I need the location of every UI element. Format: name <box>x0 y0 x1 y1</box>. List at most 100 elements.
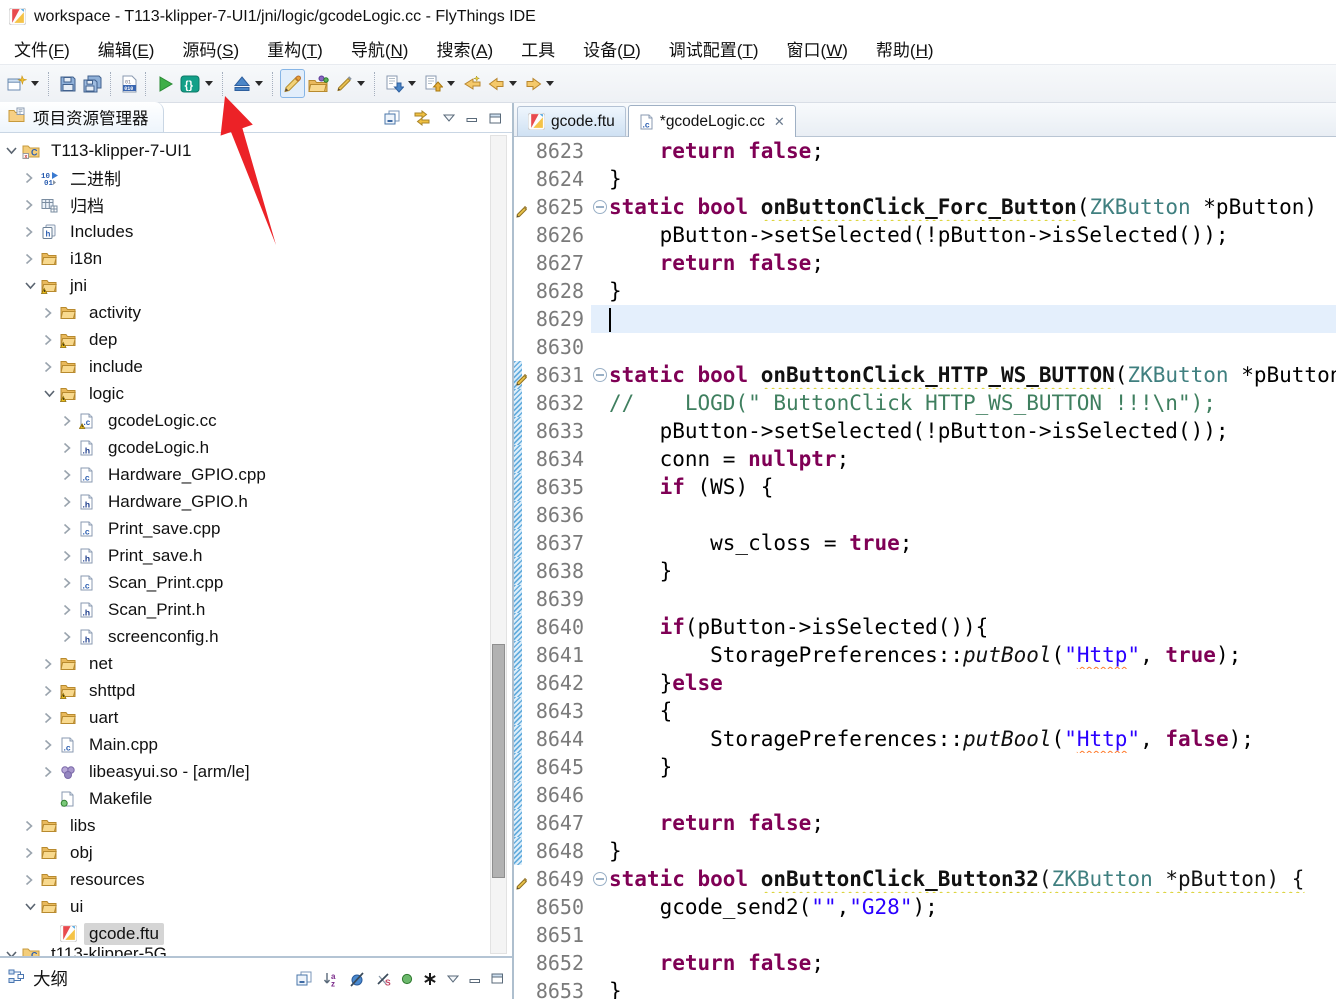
tree-item-gcode.ftu[interactable]: gcode.ftu <box>0 920 512 947</box>
expander-closed-icon[interactable] <box>44 766 55 777</box>
menu-item-帮助(H)[interactable]: 帮助(H) <box>862 33 948 64</box>
expander-closed-icon[interactable] <box>63 442 74 453</box>
minimize-icon[interactable] <box>466 113 478 123</box>
tree-item-obj[interactable]: obj <box>0 839 512 866</box>
expander-closed-icon[interactable] <box>44 739 55 750</box>
maximize-icon[interactable] <box>491 973 504 984</box>
tree-item-i18n[interactable]: i18n <box>0 245 512 272</box>
expander-closed-icon[interactable] <box>63 631 74 642</box>
binary-view-button[interactable]: 01010 <box>118 69 141 98</box>
collapse-all-icon[interactable] <box>296 971 313 987</box>
link-editor-icon[interactable] <box>412 110 432 126</box>
code-line-8651[interactable]: 8651 <box>514 921 1336 949</box>
code-line-8643[interactable]: 8643 { <box>514 697 1336 725</box>
hide-nonpublic-icon[interactable] <box>423 972 437 986</box>
menu-item-窗口(W)[interactable]: 窗口(W) <box>773 33 862 64</box>
fold-collapse-icon[interactable] <box>593 200 607 214</box>
expander-closed-icon[interactable] <box>63 577 74 588</box>
tree-item-Scan_Print.h[interactable]: .hScan_Print.h <box>0 596 512 623</box>
code-line-8627[interactable]: 8627 return false; <box>514 249 1336 277</box>
menu-item-文件(F)[interactable]: 文件(F) <box>0 33 84 64</box>
back-button[interactable] <box>485 69 522 98</box>
new-wizard-button-dropdown-caret[interactable] <box>31 81 39 86</box>
expander-open-icon[interactable] <box>44 389 55 398</box>
code-line-8634[interactable]: 8634 conn = nullptr; <box>514 445 1336 473</box>
tree-item-Hardware_GPIO.h[interactable]: .hHardware_GPIO.h <box>0 488 512 515</box>
expander-closed-icon[interactable] <box>63 523 74 534</box>
minimize-icon[interactable] <box>469 974 481 984</box>
close-icon[interactable]: ✕ <box>774 114 785 130</box>
tree-item-libs[interactable]: libs <box>0 812 512 839</box>
mark-occurrences-button[interactable] <box>332 69 370 98</box>
tree-item-Main.cpp[interactable]: .cMain.cpp <box>0 731 512 758</box>
tree-item-Scan_Print.cpp[interactable]: .cScan_Print.cpp <box>0 569 512 596</box>
view-menu-icon[interactable] <box>447 975 459 983</box>
expander-closed-icon[interactable] <box>25 874 36 885</box>
tree-item-二进制[interactable]: 1001二进制 <box>0 164 512 191</box>
expander-closed-icon[interactable] <box>63 415 74 426</box>
hide-fields-icon[interactable] <box>349 971 365 987</box>
code-line-8653[interactable]: 8653} <box>514 977 1336 999</box>
expander-closed-icon[interactable] <box>63 550 74 561</box>
code-line-8632[interactable]: 8632// LOGD(" ButtonClick HTTP_WS_BUTTON… <box>514 389 1336 417</box>
code-line-8633[interactable]: 8633 pButton->setSelected(!pButton->isSe… <box>514 417 1336 445</box>
expander-open-icon[interactable] <box>25 902 36 911</box>
green-dot-icon[interactable] <box>401 973 413 985</box>
menu-item-源码(S)[interactable]: 源码(S) <box>168 33 253 64</box>
tree-item-归档[interactable]: 归档 <box>0 191 512 218</box>
code-line-8624[interactable]: 8624} <box>514 165 1336 193</box>
tab-gcode.ftu[interactable]: gcode.ftu <box>517 106 626 136</box>
expander-closed-icon[interactable] <box>63 469 74 480</box>
code-line-8642[interactable]: 8642 }else <box>514 669 1336 697</box>
tab-*gcodeLogic.cc[interactable]: .c*gcodeLogic.cc✕ <box>628 105 796 137</box>
menu-item-导航(N)[interactable]: 导航(N) <box>337 33 423 64</box>
view-menu-icon[interactable] <box>443 114 455 122</box>
last-edit-location-button[interactable] <box>460 69 485 98</box>
open-resource-button[interactable] <box>305 69 332 98</box>
tree-item-Hardware_GPIO.cpp[interactable]: .cHardware_GPIO.cpp <box>0 461 512 488</box>
expander-closed-icon[interactable] <box>44 685 55 696</box>
tree-item-uart[interactable]: uart <box>0 704 512 731</box>
tree-item-gcodeLogic.h[interactable]: .hgcodeLogic.h <box>0 434 512 461</box>
menu-item-重构(T)[interactable]: 重构(T) <box>253 33 337 64</box>
code-line-8623[interactable]: 8623 return false; <box>514 137 1336 165</box>
next-annotation-button-dropdown-caret[interactable] <box>408 81 416 86</box>
code-line-8630[interactable]: 8630 <box>514 333 1336 361</box>
save-all-button[interactable] <box>80 69 106 98</box>
menu-item-调试配置(T)[interactable]: 调试配置(T) <box>655 33 773 64</box>
hide-static-icon[interactable]: S <box>375 971 391 987</box>
code-line-8640[interactable]: 8640 if(pButton->isSelected()){ <box>514 613 1336 641</box>
tree-item-logic[interactable]: logic <box>0 380 512 407</box>
tree-item-activity[interactable]: activity <box>0 299 512 326</box>
expander-closed-icon[interactable] <box>44 712 55 723</box>
code-line-8626[interactable]: 8626 pButton->setSelected(!pButton->isSe… <box>514 221 1336 249</box>
fold-collapse-icon[interactable] <box>593 872 607 886</box>
tree-item-resources[interactable]: resources <box>0 866 512 893</box>
next-annotation-button[interactable] <box>382 69 421 98</box>
expander-closed-icon[interactable] <box>44 361 55 372</box>
code-line-8646[interactable]: 8646 <box>514 781 1336 809</box>
mark-occurrences-button-dropdown-caret[interactable] <box>357 81 365 86</box>
expander-closed-icon[interactable] <box>25 847 36 858</box>
code-line-8635[interactable]: 8635 if (WS) { <box>514 473 1336 501</box>
collapse-all-icon[interactable] <box>384 110 401 126</box>
tree-item-Print_save.h[interactable]: .hPrint_save.h <box>0 542 512 569</box>
forward-button-dropdown-caret[interactable] <box>546 81 554 86</box>
code-line-8628[interactable]: 8628} <box>514 277 1336 305</box>
tree-item-screenconfig.h[interactable]: .hscreenconfig.h <box>0 623 512 650</box>
expander-closed-icon[interactable] <box>44 334 55 345</box>
upload-button[interactable] <box>230 69 268 98</box>
tree-item-ui[interactable]: ui <box>0 893 512 920</box>
maximize-icon[interactable] <box>489 113 502 124</box>
tree-item-include[interactable]: include <box>0 353 512 380</box>
back-button-dropdown-caret[interactable] <box>509 81 517 86</box>
expander-closed-icon[interactable] <box>25 820 36 831</box>
code-line-8649[interactable]: 8649static bool onButtonClick_Button32(Z… <box>514 865 1336 893</box>
new-wizard-button[interactable] <box>4 69 44 98</box>
code-line-8647[interactable]: 8647 return false; <box>514 809 1336 837</box>
sort-icon[interactable]: az <box>323 971 339 987</box>
code-line-8641[interactable]: 8641 StoragePreferences::putBool("Http",… <box>514 641 1336 669</box>
code-line-8636[interactable]: 8636 <box>514 501 1336 529</box>
tree-item-Print_save.cpp[interactable]: .cPrint_save.cpp <box>0 515 512 542</box>
code-line-8650[interactable]: 8650 gcode_send2("","G28"); <box>514 893 1336 921</box>
